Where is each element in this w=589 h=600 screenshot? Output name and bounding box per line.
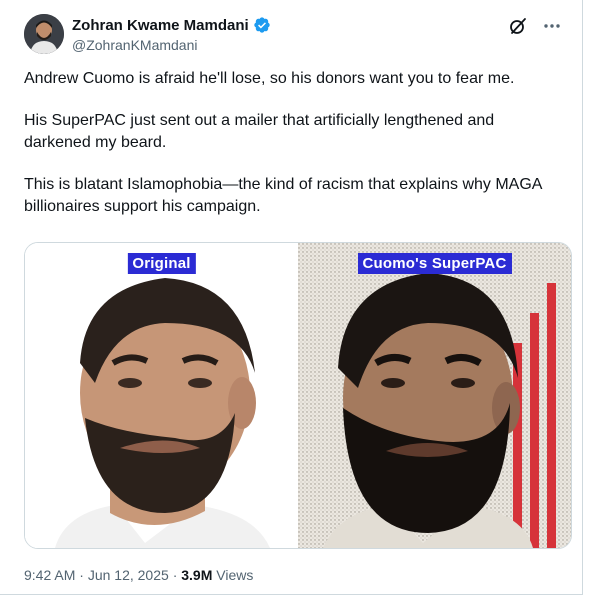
superpac-photo <box>298 243 571 548</box>
tweet-time[interactable]: 9:42 AM <box>24 567 75 583</box>
superpac-photo-panel: Cuomo's SuperPAC <box>298 243 571 548</box>
tweet-meta: 9:42 AM · Jun 12, 2025 · 3.9M Views <box>24 567 253 583</box>
author-name-row: Zohran Kwame Mamdani <box>72 16 271 34</box>
original-photo <box>25 243 298 548</box>
grok-icon[interactable] <box>508 16 528 36</box>
avatar[interactable] <box>24 14 64 54</box>
tweet-date[interactable]: Jun 12, 2025 <box>88 567 169 583</box>
top-actions <box>508 16 562 36</box>
meta-separator: · <box>172 567 182 583</box>
tweet-paragraph: His SuperPAC just sent out a mailer that… <box>24 112 495 151</box>
tweet-paragraph: This is blatant Islamophobia—the kind of… <box>24 176 542 215</box>
meta-separator: · <box>79 567 88 583</box>
verified-badge-icon <box>253 16 271 34</box>
original-photo-panel: Original <box>25 243 298 548</box>
tweet-media[interactable]: Original Cuomo's SuperPAC <box>24 242 572 549</box>
author-handle[interactable]: @ZohranKMamdani <box>72 37 198 53</box>
tweet-paragraph: Andrew Cuomo is afraid he'll lose, so hi… <box>24 70 515 87</box>
tweet-card: Zohran Kwame Mamdani @ZohranKMamdani And… <box>0 0 583 595</box>
views-label: Views <box>216 567 254 583</box>
author-display-name[interactable]: Zohran Kwame Mamdani <box>72 17 249 34</box>
original-label: Original <box>127 253 196 274</box>
more-horizontal-icon[interactable] <box>542 16 562 36</box>
tweet-text: Andrew Cuomo is afraid he'll lose, so hi… <box>24 68 564 238</box>
superpac-label: Cuomo's SuperPAC <box>357 253 512 274</box>
avatar-image <box>24 14 64 54</box>
views-count: 3.9M <box>181 567 213 583</box>
